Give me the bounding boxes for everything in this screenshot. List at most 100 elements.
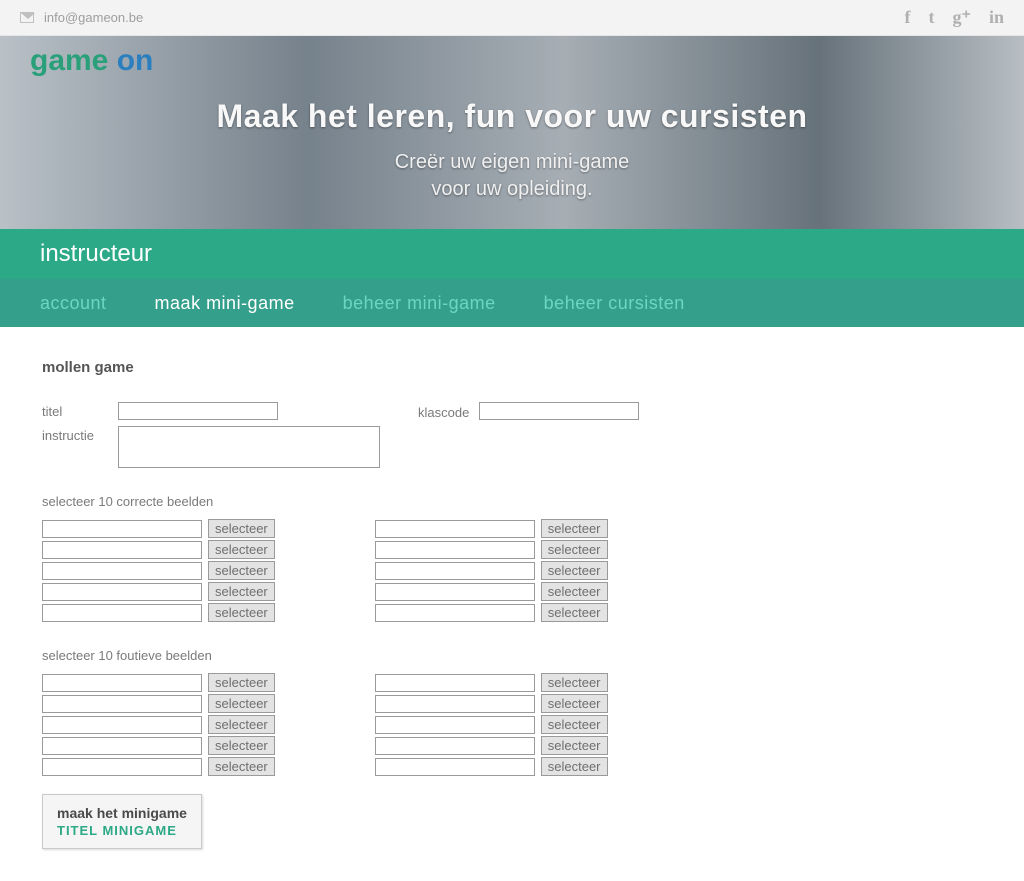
hero-banner: game on Maak het leren, fun voor uw curs…: [0, 36, 1024, 229]
hero-subtext: Creër uw eigen mini-game voor uw opleidi…: [0, 149, 1024, 203]
correct-input[interactable]: [375, 583, 535, 601]
heading-correct-images: selecteer 10 correcte beelden: [42, 494, 982, 509]
wrong-input[interactable]: [375, 716, 535, 734]
wrong-input[interactable]: [375, 695, 535, 713]
wrong-images-grid: selecteer selecteer selecteer selecteer …: [42, 673, 982, 776]
hero-sub-line1: Creër uw eigen mini-game: [0, 149, 1024, 176]
wrong-row: selecteer: [375, 715, 608, 734]
wrong-input[interactable]: [375, 758, 535, 776]
correct-col-2: selecteer selecteer selecteer selecteer …: [375, 519, 608, 622]
twitter-icon[interactable]: t: [928, 7, 934, 28]
facebook-icon[interactable]: f: [904, 7, 910, 28]
wrong-row: selecteer: [375, 757, 608, 776]
wrong-row: selecteer: [375, 673, 608, 692]
select-button[interactable]: selecteer: [208, 673, 275, 692]
wrong-input[interactable]: [42, 758, 202, 776]
select-button[interactable]: selecteer: [208, 561, 275, 580]
correct-row: selecteer: [375, 582, 608, 601]
wrong-row: selecteer: [375, 694, 608, 713]
label-title: titel: [42, 402, 118, 419]
select-button[interactable]: selecteer: [541, 736, 608, 755]
correct-input[interactable]: [375, 562, 535, 580]
wrong-row: selecteer: [375, 736, 608, 755]
select-button[interactable]: selecteer: [541, 603, 608, 622]
select-button[interactable]: selecteer: [208, 757, 275, 776]
correct-col-1: selecteer selecteer selecteer selecteer …: [42, 519, 275, 622]
nav-link-manage-students[interactable]: beheer cursisten: [544, 293, 685, 314]
wrong-input[interactable]: [375, 737, 535, 755]
select-button[interactable]: selecteer: [541, 694, 608, 713]
make-minigame-button[interactable]: maak het minigame TITEL MINIGAME: [42, 794, 202, 849]
heading-wrong-images: selecteer 10 foutieve beelden: [42, 648, 982, 663]
select-button[interactable]: selecteer: [541, 673, 608, 692]
input-instruction[interactable]: [118, 426, 380, 468]
correct-input[interactable]: [375, 520, 535, 538]
hero-text: Maak het leren, fun voor uw cursisten Cr…: [0, 36, 1024, 203]
hero-headline: Maak het leren, fun voor uw cursisten: [0, 98, 1024, 135]
wrong-input[interactable]: [42, 674, 202, 692]
linkedin-icon[interactable]: in: [989, 7, 1004, 28]
make-button-line1: maak het minigame: [57, 805, 187, 821]
correct-input[interactable]: [42, 562, 202, 580]
correct-input[interactable]: [42, 604, 202, 622]
select-button[interactable]: selecteer: [541, 540, 608, 559]
role-bar: instructeur: [0, 229, 1024, 279]
correct-row: selecteer: [42, 519, 275, 538]
correct-row: selecteer: [42, 561, 275, 580]
correct-input[interactable]: [42, 520, 202, 538]
select-button[interactable]: selecteer: [208, 736, 275, 755]
nav-link-make-minigame[interactable]: maak mini-game: [155, 293, 295, 314]
social-icons: f t g⁺ in: [904, 7, 1004, 28]
select-button[interactable]: selecteer: [541, 757, 608, 776]
select-button[interactable]: selecteer: [208, 540, 275, 559]
topbar: info@gameon.be f t g⁺ in: [0, 0, 1024, 36]
role-title: instructeur: [40, 240, 152, 268]
wrong-row: selecteer: [42, 757, 275, 776]
correct-input[interactable]: [375, 604, 535, 622]
select-button[interactable]: selecteer: [208, 694, 275, 713]
select-button[interactable]: selecteer: [541, 519, 608, 538]
wrong-row: selecteer: [42, 715, 275, 734]
input-title[interactable]: [118, 402, 278, 420]
correct-input[interactable]: [375, 541, 535, 559]
googleplus-icon[interactable]: g⁺: [952, 7, 971, 28]
correct-row: selecteer: [42, 540, 275, 559]
row-classcode: klascode: [418, 402, 639, 420]
correct-row: selecteer: [375, 519, 608, 538]
wrong-row: selecteer: [42, 736, 275, 755]
wrong-col-2: selecteer selecteer selecteer selecteer …: [375, 673, 608, 776]
correct-input[interactable]: [42, 541, 202, 559]
make-button-line2: TITEL MINIGAME: [57, 823, 187, 838]
logo[interactable]: game on: [30, 44, 153, 78]
select-button[interactable]: selecteer: [208, 519, 275, 538]
correct-row: selecteer: [42, 603, 275, 622]
correct-images-grid: selecteer selecteer selecteer selecteer …: [42, 519, 982, 622]
section-title: mollen game: [42, 359, 982, 376]
select-button[interactable]: selecteer: [208, 582, 275, 601]
row-title: titel klascode: [42, 402, 982, 420]
select-button[interactable]: selecteer: [541, 561, 608, 580]
wrong-row: selecteer: [42, 694, 275, 713]
correct-input[interactable]: [42, 583, 202, 601]
wrong-input[interactable]: [375, 674, 535, 692]
correct-row: selecteer: [42, 582, 275, 601]
select-button[interactable]: selecteer: [541, 715, 608, 734]
wrong-input[interactable]: [42, 737, 202, 755]
wrong-input[interactable]: [42, 716, 202, 734]
nav-link-manage-minigame[interactable]: beheer mini-game: [343, 293, 496, 314]
select-button[interactable]: selecteer: [541, 582, 608, 601]
wrong-row: selecteer: [42, 673, 275, 692]
select-button[interactable]: selecteer: [208, 603, 275, 622]
logo-word1: game: [30, 44, 108, 77]
nav-link-account[interactable]: account: [40, 293, 107, 314]
correct-row: selecteer: [375, 561, 608, 580]
input-classcode[interactable]: [479, 402, 639, 420]
label-instruction: instructie: [42, 426, 118, 443]
logo-word2: on: [117, 44, 154, 77]
wrong-input[interactable]: [42, 695, 202, 713]
row-instruction: instructie: [42, 426, 982, 468]
select-button[interactable]: selecteer: [208, 715, 275, 734]
correct-row: selecteer: [375, 603, 608, 622]
wrong-col-1: selecteer selecteer selecteer selecteer …: [42, 673, 275, 776]
contact-email-link[interactable]: info@gameon.be: [44, 10, 143, 25]
